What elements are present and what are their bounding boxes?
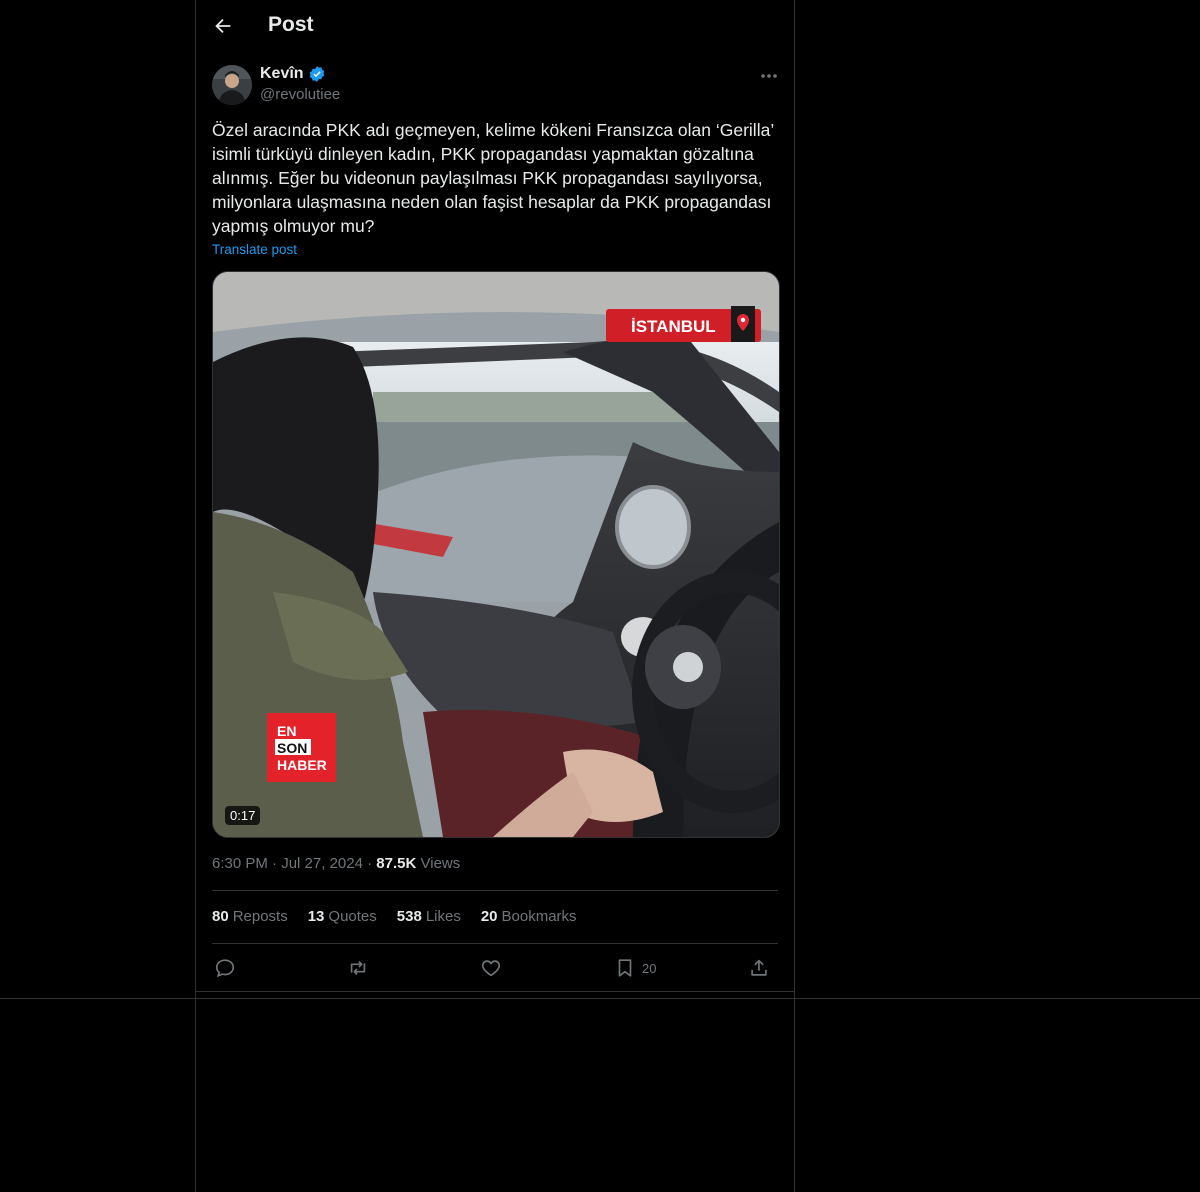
share-icon xyxy=(751,959,767,976)
logo-line-2: SON xyxy=(277,740,307,756)
action-bar: 20 xyxy=(212,954,778,984)
post-date[interactable]: Jul 27, 2024 xyxy=(281,855,363,872)
page-header: Post xyxy=(196,0,794,53)
divider xyxy=(212,943,778,944)
post-column: Post Kevîn @revolutiee Özel aracında PKK… xyxy=(195,0,795,1192)
location-badge-text: İSTANBUL xyxy=(631,317,716,336)
divider xyxy=(0,998,1200,999)
reposts-count: 80 xyxy=(212,908,229,925)
more-options-button[interactable] xyxy=(758,66,780,86)
more-icon xyxy=(761,74,777,78)
quotes-count: 13 xyxy=(307,908,325,925)
engagement-stats: 80 Reposts 13 Quotes 538 Likes 20 Bookmarks xyxy=(212,908,577,925)
bookmark-button[interactable]: 20 xyxy=(614,954,656,982)
views-label: Views xyxy=(420,855,461,872)
video-duration: 0:17 xyxy=(225,806,261,825)
author-name-row[interactable]: Kevîn xyxy=(260,65,326,83)
bookmark-icon xyxy=(618,959,632,977)
translate-post-link[interactable]: Translate post xyxy=(212,242,297,257)
reply-icon xyxy=(215,959,235,978)
likes-label: Likes xyxy=(425,908,461,925)
quotes-label: Quotes xyxy=(328,908,377,925)
avatar[interactable] xyxy=(212,65,252,105)
video-frame: İSTANBUL EN SON HABER xyxy=(213,272,779,837)
page-title: Post xyxy=(268,13,314,36)
author-handle[interactable]: @revolutiee xyxy=(260,86,340,103)
repost-icon xyxy=(350,960,366,976)
divider xyxy=(196,991,794,992)
location-badge: İSTANBUL xyxy=(606,306,761,342)
video-player[interactable]: İSTANBUL EN SON HABER 0:17 xyxy=(212,271,780,838)
reposts-stat[interactable]: 80 Reposts xyxy=(212,908,288,925)
post-text: Özel aracında PKK adı geçmeyen, kelime k… xyxy=(212,120,774,236)
bookmarks-stat[interactable]: 20 Bookmarks xyxy=(481,908,577,925)
bookmark-count: 20 xyxy=(642,960,657,976)
share-button[interactable] xyxy=(748,954,770,982)
post-time[interactable]: 6:30 PM xyxy=(212,855,268,872)
likes-count: 538 xyxy=(396,908,422,925)
reply-button[interactable] xyxy=(214,954,236,982)
reposts-label: Reposts xyxy=(232,908,288,925)
author-name[interactable]: Kevîn xyxy=(260,65,304,83)
quotes-stat[interactable]: 13 Quotes xyxy=(308,908,377,925)
bookmarks-label: Bookmarks xyxy=(501,908,577,925)
back-arrow-icon xyxy=(215,18,231,34)
logo-line-3: HABER xyxy=(277,757,327,773)
en-son-haber-logo: EN SON HABER xyxy=(267,713,336,782)
bookmarks-count: 20 xyxy=(480,908,498,925)
post-meta: 6:30 PM · Jul 27, 2024 · 87.5K Views xyxy=(212,855,460,872)
repost-button[interactable] xyxy=(346,954,370,982)
back-button[interactable] xyxy=(212,15,234,37)
verified-badge-icon xyxy=(309,66,324,82)
like-icon xyxy=(481,960,501,977)
divider xyxy=(212,890,778,891)
likes-stat[interactable]: 538 Likes xyxy=(397,908,461,925)
views-count: 87.5K xyxy=(376,855,417,872)
like-button[interactable] xyxy=(480,954,502,982)
logo-line-1: EN xyxy=(277,723,296,739)
